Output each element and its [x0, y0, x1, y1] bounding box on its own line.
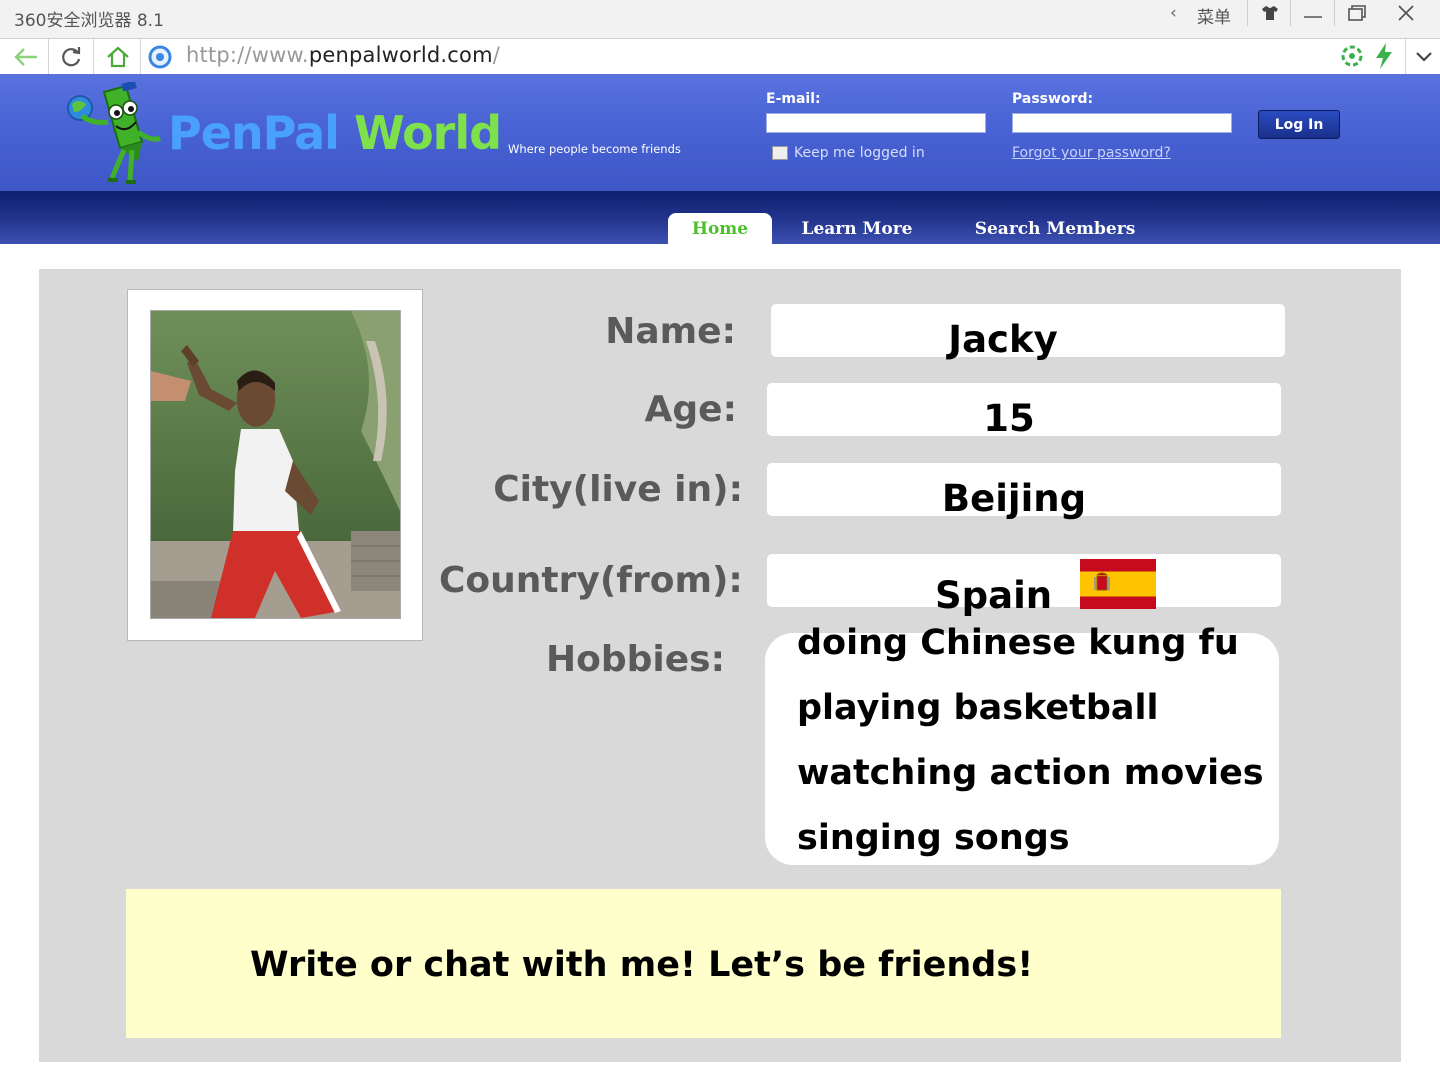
city-value: Beijing — [767, 463, 1281, 520]
name-text: Jacky — [948, 318, 1058, 361]
logo-pen-text: PenPal — [168, 106, 340, 160]
keep-logged-in-label: Keep me logged in — [794, 145, 925, 161]
skin-icon[interactable] — [1247, 0, 1292, 26]
name-value: Jacky — [771, 304, 1285, 361]
restore-button[interactable] — [1334, 0, 1379, 26]
url-host: penpalworld.com — [308, 43, 493, 67]
country-text: Spain — [935, 574, 1053, 617]
password-input[interactable] — [1012, 113, 1232, 133]
keep-logged-in-checkbox[interactable] — [772, 146, 788, 160]
city-label: City(live in): — [493, 469, 743, 510]
window-title: 360安全浏览器 8.1 — [14, 11, 164, 31]
tab-search-members[interactable]: Search Members — [952, 213, 1158, 244]
hobby-item: playing basketball — [797, 688, 1159, 728]
address-bar: http://www.penpalworld.com/ — [0, 38, 1440, 76]
mascot-logo-icon[interactable] — [64, 80, 164, 190]
profile-photo — [150, 310, 401, 619]
url-prefix: http://www. — [186, 43, 309, 67]
dropdown-chevron-icon[interactable] — [1405, 39, 1440, 75]
back-arrow-icon[interactable] — [4, 39, 49, 75]
hobby-item: watching action movies — [797, 753, 1264, 793]
site-header: PenPal World Where people become friends… — [0, 74, 1440, 191]
minimize-button[interactable] — [1290, 0, 1335, 26]
hobbies-label: Hobbies: — [546, 639, 725, 680]
site-identity-icon[interactable] — [146, 43, 174, 75]
city-text: Beijing — [941, 477, 1087, 520]
age-text: 15 — [983, 397, 1035, 440]
call-to-action-box[interactable]: Write or chat with me! Let’s be friends! — [126, 889, 1281, 1038]
browser-title-bar: 360安全浏览器 8.1 ‹ 菜单 — [0, 0, 1440, 38]
hobbies-box: doing Chinese kung fu playing basketball… — [765, 623, 1279, 865]
tab-learn-more[interactable]: Learn More — [784, 213, 930, 244]
site-tagline: Where people become friends — [508, 142, 681, 156]
speed-mode-icon[interactable] — [1373, 42, 1395, 74]
compatibility-mode-icon[interactable] — [1340, 44, 1364, 72]
home-icon[interactable] — [96, 39, 141, 75]
logo-world-text: World — [353, 106, 502, 160]
name-label: Name: — [605, 311, 736, 352]
site-logo[interactable]: PenPal World — [168, 106, 502, 160]
call-to-action-text: Write or chat with me! Let’s be friends! — [250, 945, 1034, 985]
age-value: 15 — [767, 383, 1281, 440]
url-field[interactable]: http://www.penpalworld.com/ — [186, 43, 500, 67]
profile-photo-frame — [127, 289, 423, 641]
forgot-password-link[interactable]: Forgot your password? — [1012, 145, 1171, 161]
tab-home[interactable]: Home — [668, 213, 772, 244]
country-label: Country(from): — [439, 560, 743, 601]
hobby-item: doing Chinese kung fu — [797, 623, 1239, 663]
chevron-left-icon[interactable]: ‹ — [1170, 3, 1177, 23]
refresh-icon[interactable] — [49, 39, 94, 75]
age-label: Age: — [644, 389, 737, 430]
profile-card: Name: Jacky Age: 15 City(live in): Beiji… — [39, 269, 1401, 1062]
country-value: Spain — [767, 554, 1281, 617]
site-nav: Home Learn More Search Members — [0, 191, 1440, 244]
hobby-item: singing songs — [797, 818, 1070, 858]
url-suffix: / — [492, 43, 501, 67]
login-button[interactable]: Log In — [1258, 110, 1340, 139]
spain-flag-icon — [1080, 559, 1156, 618]
password-label: Password: — [1012, 91, 1094, 107]
menu-button[interactable]: 菜单 — [1197, 3, 1231, 28]
close-button[interactable] — [1382, 0, 1430, 26]
email-input[interactable] — [766, 113, 986, 133]
email-label: E-mail: — [766, 91, 821, 107]
